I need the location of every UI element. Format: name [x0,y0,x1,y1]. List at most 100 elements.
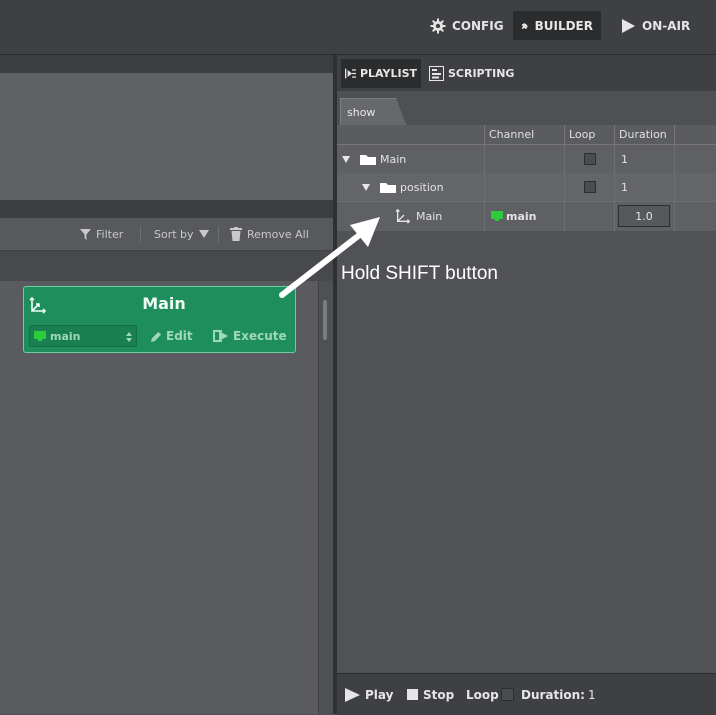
play-icon [345,687,360,702]
loop-toggle[interactable]: Loop [466,674,514,715]
stop-label: Stop [423,687,455,702]
channel-cell[interactable]: main [485,201,565,231]
row-duration: 1 [621,180,628,194]
panel-header [0,55,333,73]
column-header-label: Duration [619,128,667,141]
tab-playlist-label: PLAYLIST [359,67,417,80]
loop-checkbox[interactable] [583,181,596,193]
play-button[interactable]: Play [345,674,393,715]
playlist-empty-area [337,231,716,672]
tab-scripting[interactable]: SCRIPTING [425,59,518,88]
config-label: CONFIG [452,18,504,33]
play-icon [622,18,635,33]
column-header-empty [675,125,716,145]
updown-arrows-icon [126,332,132,342]
onair-button[interactable]: ON-AIR [612,11,698,40]
empty-cell [675,201,716,231]
column-header-duration[interactable]: Duration [615,125,675,145]
sort-by-button[interactable]: Sort by [154,218,209,250]
row-duration: 1 [621,152,628,166]
name-cell: Main [337,145,485,173]
edit-label: Edit [166,329,193,343]
show-tab-row: show [337,91,716,125]
folder-icon [380,183,396,193]
instruction-text: Hold SHIFT button [341,263,499,284]
config-button[interactable]: CONFIG [422,11,512,40]
column-header-loop[interactable]: Loop [565,125,615,145]
builder-button[interactable]: BUILDER [513,11,601,40]
row-name: Main [380,152,407,166]
duration-label: Duration: [521,687,585,702]
show-tab-label: show [347,105,376,119]
playlist-icon [345,68,356,79]
loop-cell [565,173,615,201]
duration-cell[interactable]: 1.0 [615,201,675,231]
annotation-arrow [279,217,380,298]
funnel-icon [80,228,91,240]
triangle-down-icon[interactable] [342,155,350,163]
loop-checkbox[interactable] [500,688,514,701]
empty-cell [675,173,716,201]
channel-label: main [50,329,81,343]
duration-cell[interactable]: 1 [615,145,675,173]
toolbar-divider [218,226,219,243]
builder-label: BUILDER [534,18,593,33]
row-name: Main [416,209,443,223]
duration-display: Duration: 1 [521,674,596,715]
script-icon [429,66,444,81]
template-card[interactable]: Main main Edit Execute [23,286,296,353]
channel-cell [485,173,565,201]
onair-label: ON-AIR [642,18,691,33]
triangle-down-icon [198,230,209,238]
column-header-label: Channel [489,128,535,141]
right-tab-bar: PLAYLIST SCRIPTING [337,55,716,91]
channel-select[interactable]: main [29,325,137,347]
empty-cell [675,145,716,173]
row-duration: 1.0 [635,209,653,223]
loop-label: Loop [466,687,499,702]
sort-by-label: Sort by [154,227,194,241]
playlist-table: Channel Loop Duration Main 1 position 1 … [337,125,716,231]
folder-icon [360,155,376,165]
monitor-icon [491,210,503,221]
table-row[interactable]: Main 1 [337,145,716,174]
table-row[interactable]: Main main 1.0 [337,201,716,231]
column-header-label: Loop [569,128,596,141]
filter-button[interactable]: Filter [80,218,123,250]
scrollbar-thumb[interactable] [323,300,327,340]
preview-area [0,73,333,200]
stop-button[interactable]: Stop [407,674,454,715]
execute-label: Execute [233,329,287,343]
stop-icon [407,689,418,700]
scrollbar[interactable] [318,281,334,714]
show-tab[interactable]: show [340,98,406,125]
loop-checkbox[interactable] [583,153,596,165]
toolbar-divider [140,226,141,243]
name-cell: position [337,173,485,201]
axes-icon [395,208,411,224]
gear-icon [430,18,446,33]
table-row[interactable]: position 1 [337,173,716,202]
duration-cell[interactable]: 1 [615,173,675,201]
puzzle-icon [521,23,528,29]
monitor-icon [34,330,46,341]
duration-input[interactable]: 1.0 [618,205,670,227]
execute-button[interactable]: Execute [213,325,287,347]
execute-icon [213,330,228,342]
card-title: Main [142,294,186,313]
loop-cell [565,145,615,173]
triangle-down-icon[interactable] [362,183,370,191]
duration-value: 1 [587,687,596,702]
playback-bar: Play Stop Loop Duration: 1 [337,673,716,715]
row-channel: main [506,209,537,223]
column-header-name[interactable] [337,125,485,145]
top-navigation-bar: CONFIG BUILDER ON-AIR [0,0,716,55]
trash-icon [230,227,242,241]
row-name: position [400,180,444,194]
loop-cell [565,201,615,231]
tab-playlist[interactable]: PLAYLIST [341,59,421,88]
column-header-channel[interactable]: Channel [485,125,565,145]
edit-button[interactable]: Edit [151,325,193,347]
pencil-icon [151,331,162,342]
filter-label: Filter [96,227,124,241]
